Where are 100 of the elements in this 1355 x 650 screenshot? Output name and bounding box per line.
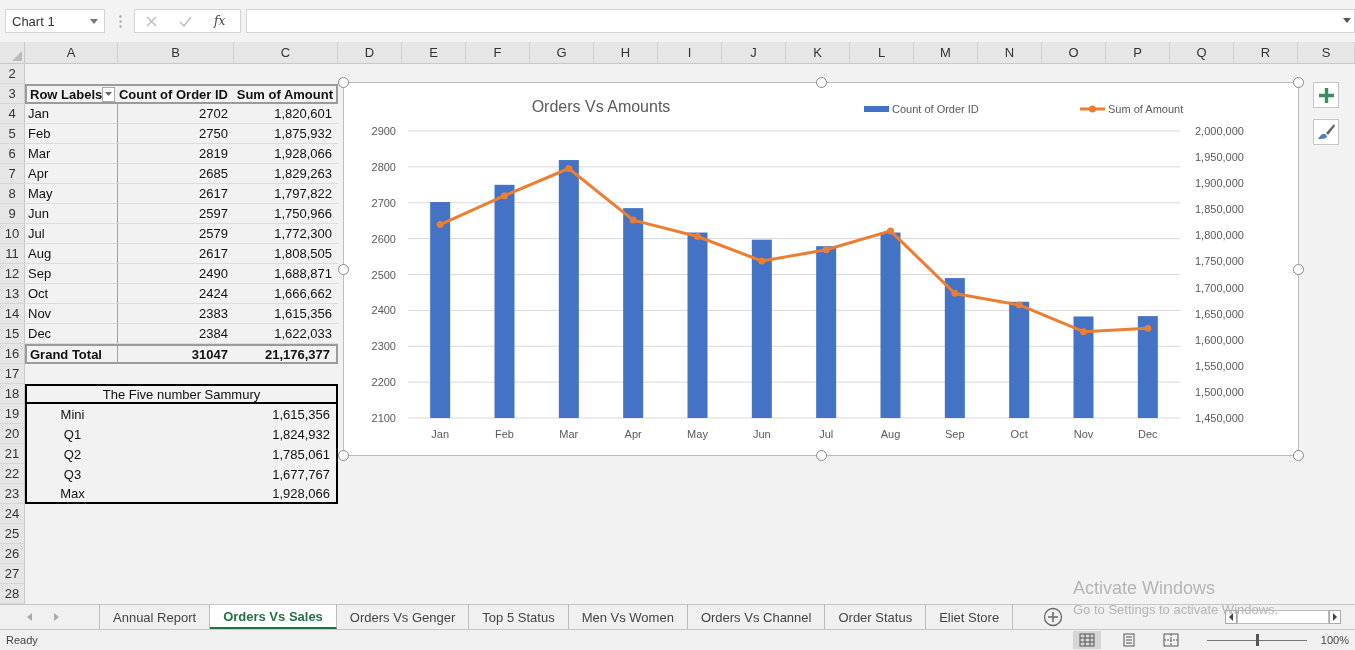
row-number[interactable]: 27 — [0, 564, 25, 584]
column-header[interactable]: P — [1106, 42, 1170, 64]
column-header[interactable]: E — [402, 42, 466, 64]
sheet-tab[interactable]: Order Status — [825, 605, 927, 629]
zoom-level[interactable]: 100% — [1320, 634, 1349, 646]
row-number[interactable]: 13 — [0, 284, 25, 304]
bar[interactable] — [1009, 301, 1030, 418]
row-number[interactable]: 22 — [0, 464, 25, 484]
resize-handle[interactable] — [815, 450, 827, 461]
chart-area[interactable] — [343, 82, 1299, 456]
insert-function-button[interactable]: fx — [214, 14, 226, 28]
row-number[interactable]: 2 — [0, 64, 25, 84]
resize-handle[interactable] — [338, 77, 349, 88]
row-number[interactable]: 24 — [0, 504, 25, 524]
column-header[interactable]: L — [850, 42, 914, 64]
resize-handle[interactable] — [1293, 263, 1304, 275]
column-header[interactable]: B — [118, 42, 234, 64]
sheet-tab[interactable]: Top 5 Status — [469, 605, 569, 629]
sheet-tab[interactable]: Eliet Store — [926, 605, 1014, 629]
expand-icon[interactable] — [1343, 18, 1351, 23]
table-cell: 2490 — [199, 266, 228, 281]
line-series[interactable] — [436, 165, 1152, 336]
column-header[interactable]: K — [786, 42, 850, 64]
row-number[interactable]: 5 — [0, 124, 25, 144]
resize-handle[interactable] — [338, 450, 349, 461]
legend-item[interactable]: Count of Order ID — [864, 103, 979, 115]
row-number[interactable]: 10 — [0, 224, 25, 244]
column-header[interactable]: S — [1298, 42, 1355, 64]
sheet-tab[interactable]: Orders Vs Channel — [687, 605, 826, 629]
row-number[interactable]: 11 — [0, 244, 25, 264]
row-number[interactable]: 9 — [0, 204, 25, 224]
resize-handle[interactable] — [815, 77, 827, 88]
chart-elements-button[interactable] — [1313, 82, 1339, 108]
row-number[interactable]: 17 — [0, 364, 25, 384]
bar[interactable] — [687, 232, 708, 418]
bar[interactable] — [944, 278, 965, 418]
row-number[interactable]: 23 — [0, 484, 25, 504]
row-number[interactable]: 15 — [0, 324, 25, 344]
column-header[interactable]: H — [594, 42, 658, 64]
formula-input[interactable] — [246, 9, 1355, 33]
check-icon[interactable] — [179, 15, 192, 27]
resize-handle[interactable] — [1293, 450, 1304, 461]
column-header[interactable]: Q — [1170, 42, 1234, 64]
row-number[interactable]: 6 — [0, 144, 25, 164]
column-header[interactable]: I — [658, 42, 722, 64]
table-cell: 1,785,061 — [272, 446, 330, 462]
point — [758, 257, 766, 265]
row-number[interactable]: 16 — [0, 344, 25, 364]
row-number[interactable]: 3 — [0, 84, 25, 104]
chart-title: Orders Vs Amounts — [531, 98, 671, 115]
sheet-tab[interactable]: Orders Vs Genger — [336, 605, 470, 629]
row-number[interactable]: 4 — [0, 104, 25, 124]
column-header[interactable]: D — [338, 42, 402, 64]
filter-button[interactable] — [102, 86, 115, 102]
chart-styles-button[interactable] — [1313, 119, 1339, 145]
resize-handle[interactable] — [1293, 77, 1304, 88]
row-number[interactable]: 12 — [0, 264, 25, 284]
bar[interactable] — [623, 208, 644, 418]
add-sheet-icon[interactable] — [1043, 607, 1064, 627]
bar[interactable] — [558, 160, 579, 418]
bar[interactable] — [1073, 316, 1094, 418]
row-number[interactable]: 14 — [0, 304, 25, 324]
bar[interactable] — [816, 246, 837, 418]
row-number[interactable]: 26 — [0, 544, 25, 564]
row-number[interactable]: 28 — [0, 584, 25, 604]
column-header[interactable]: G — [530, 42, 594, 64]
row-number[interactable]: 25 — [0, 524, 25, 544]
column-header[interactable]: N — [978, 42, 1042, 64]
sheet-tab[interactable]: Orders Vs Sales — [210, 605, 337, 629]
legend-item[interactable]: Sum of Amount — [1080, 103, 1184, 115]
table-cell: 2617 — [199, 186, 228, 201]
row-number[interactable]: 20 — [0, 424, 25, 444]
column-header[interactable]: A — [25, 42, 118, 64]
view-button[interactable] — [1072, 631, 1101, 649]
sheet-tab[interactable]: Men Vs Women — [568, 605, 688, 629]
cancel-icon[interactable] — [146, 15, 157, 27]
axis-label: Dec — [1138, 428, 1158, 440]
column-header[interactable]: C — [234, 42, 338, 64]
row-number[interactable]: 18 — [0, 384, 25, 404]
row-number[interactable]: 19 — [0, 404, 25, 424]
row-number[interactable]: 8 — [0, 184, 25, 204]
more-icon[interactable] — [119, 14, 122, 28]
column-header[interactable]: R — [1234, 42, 1298, 64]
row-number[interactable]: 21 — [0, 444, 25, 464]
row-number[interactable]: 7 — [0, 164, 25, 184]
bar[interactable] — [494, 184, 515, 418]
table-cell: 1,688,871 — [274, 266, 332, 281]
column-header[interactable]: F — [466, 42, 530, 64]
bar[interactable] — [880, 232, 901, 418]
column-header[interactable]: J — [722, 42, 786, 64]
bar[interactable] — [751, 239, 772, 418]
resize-handle[interactable] — [338, 263, 349, 275]
bar[interactable] — [1137, 316, 1158, 418]
slider-thumb[interactable] — [1255, 634, 1259, 646]
column-header[interactable]: O — [1042, 42, 1106, 64]
name-box[interactable]: Chart 1 — [5, 9, 105, 33]
bar[interactable] — [430, 202, 451, 418]
axis-label: 2900 — [371, 125, 396, 137]
column-header[interactable]: M — [914, 42, 978, 64]
scroll-right-icon[interactable] — [1329, 610, 1341, 624]
